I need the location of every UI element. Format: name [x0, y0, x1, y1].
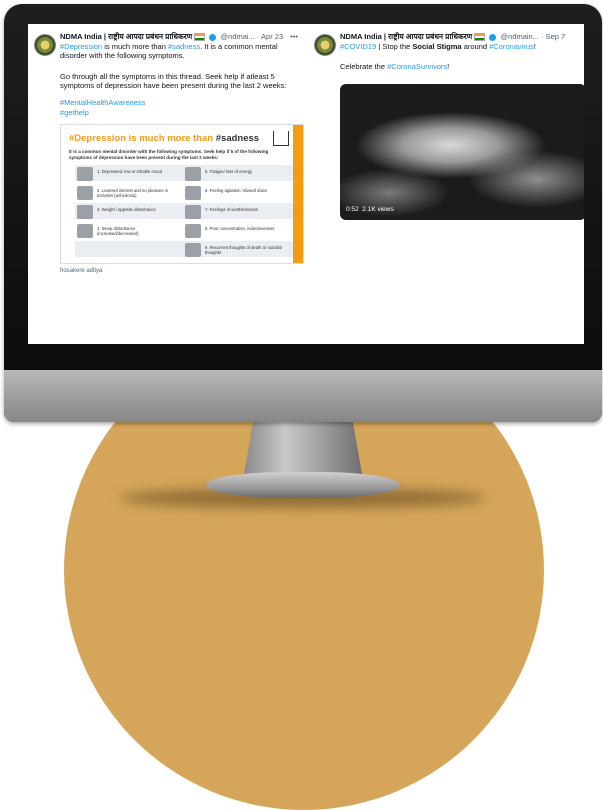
symptom-item: 1. Depressed, low or irritable mood — [77, 165, 177, 183]
monitor-stand-neck — [244, 420, 362, 474]
symptom-illustration-icon — [185, 224, 201, 238]
monitor-stand-base — [206, 472, 400, 498]
monitor-chin — [4, 370, 602, 422]
symptom-label: 8. Poor concentration, indecisiveness — [205, 226, 275, 231]
hashtag-link[interactable]: #gethelp — [60, 108, 300, 117]
tweet-text-part: Celebrate the — [340, 62, 388, 71]
avatar[interactable] — [314, 34, 336, 56]
india-flag-icon — [474, 33, 486, 42]
infographic-title-hashtag: #Depression is much more than — [69, 133, 214, 144]
home-icon — [273, 131, 289, 146]
video-player[interactable]: 0:52 2.1K views — [340, 84, 584, 220]
tweet-text: #COVID19 | Stop the Social Stigma around… — [340, 42, 580, 51]
symptom-label: 3. Weight / appetite disturbance — [97, 207, 156, 212]
tweet-text: Celebrate the #CoronaSurvivors! — [340, 62, 580, 71]
monitor-screen: NDMA India | राष्ट्रीय आपदा प्रबंधन प्रा… — [28, 24, 584, 344]
tweet-text-part: is much more than — [102, 42, 168, 51]
tweet-bold-text: Social Stigma — [412, 42, 462, 51]
symptom-item: 5. Fatigue/ loss of energy — [185, 165, 285, 183]
symptom-item: 6. Feeling agitated / slowed down — [185, 184, 285, 202]
symptom-illustration-icon — [77, 224, 93, 238]
tweet-text-paragraph: Go through all the symptoms in this thre… — [60, 72, 287, 91]
tweet-depression[interactable]: NDMA India | राष्ट्रीय आपदा प्रबंधन प्रा… — [34, 32, 304, 282]
symptom-illustration-icon — [185, 243, 201, 257]
symptom-illustration-icon — [77, 167, 93, 181]
video-views: 2.1K views — [362, 205, 394, 213]
tweet-header: NDMA India | राष्ट्रीय आपदा प्रबंधन प्रा… — [60, 32, 304, 42]
tweet-date[interactable]: · Apr 23 — [257, 32, 283, 41]
hashtag-link[interactable]: #Coronavirus — [489, 42, 534, 51]
verified-badge-icon — [209, 33, 217, 41]
tweet-text-part: | Stop the — [376, 42, 413, 51]
avatar[interactable] — [34, 34, 56, 56]
symptom-item: 2. Lowered interest and no pleasure in a… — [77, 184, 177, 202]
author-handle[interactable]: @ndmai... — [220, 32, 254, 41]
verified-badge-icon — [489, 33, 497, 41]
tweet-text-part: around — [461, 42, 490, 51]
symptom-label: 1. Depressed, low or irritable mood — [97, 169, 162, 174]
symptom-label: 2. Lowered interest and no pleasure in a… — [97, 188, 169, 199]
tweet-text-part: ! — [533, 42, 536, 51]
symptom-label: 9. Recurrent thoughts of death or suicid… — [205, 245, 282, 256]
infographic-image[interactable]: #Depression is much more than #sadness I… — [60, 124, 304, 264]
symptom-label: 5. Fatigue/ loss of energy — [205, 169, 253, 174]
tweet-header: NDMA India | राष्ट्रीय आपदा प्रबंधन प्रा… — [340, 32, 584, 42]
symptom-illustration-icon — [185, 167, 201, 181]
symptom-illustration-icon — [185, 205, 201, 219]
symptom-item: 8. Poor concentration, indecisiveness — [185, 222, 285, 240]
hashtag-link[interactable]: #MentalHealthAwareness — [60, 98, 300, 107]
symptom-label: 6. Feeling agitated / slowed down — [205, 188, 268, 193]
infographic-title: #Depression is much more than #sadness — [69, 133, 259, 145]
symptom-illustration-icon — [77, 205, 93, 219]
author-name[interactable]: NDMA India | राष्ट्रीय आपदा प्रबंधन प्रा… — [60, 32, 192, 41]
video-duration: 0:52 — [346, 205, 359, 213]
hashtag-link[interactable]: #COVID19 — [340, 42, 376, 51]
infographic-title-rest: #sadness — [213, 133, 260, 144]
tweet-text: #Depression is much more than #sadness. … — [60, 42, 300, 61]
tweet-date[interactable]: · Sep 7 — [541, 32, 565, 41]
hashtag-link[interactable]: #Depression — [60, 42, 102, 51]
symptom-label: 4. Sleep disturbance (increased/decrease… — [97, 226, 139, 237]
india-flag-icon — [194, 33, 206, 42]
symptom-item: 4. Sleep disturbance (increased/decrease… — [77, 222, 177, 240]
symptom-item: 7. Feelings of worthlessness — [185, 203, 285, 221]
symptom-illustration-icon — [185, 186, 201, 200]
symptom-label: 7. Feelings of worthlessness — [205, 207, 258, 212]
hashtag-link[interactable]: #sadness — [168, 42, 200, 51]
tweet-text-part: ! — [447, 62, 450, 71]
symptom-item: 3. Weight / appetite disturbance — [77, 203, 177, 221]
symptom-illustration-icon — [77, 186, 93, 200]
author-name[interactable]: NDMA India | राष्ट्रीय आपदा प्रबंधन प्रा… — [340, 32, 472, 41]
video-meta: 0:52 2.1K views — [346, 206, 394, 214]
infographic-subtitle: It is a common mental disorder with the … — [69, 149, 269, 160]
tweet-covid-stigma[interactable]: NDMA India | राष्ट्रीय आपदा प्रबंधन प्रा… — [314, 32, 584, 232]
author-handle[interactable]: @ndmain... — [500, 32, 538, 41]
symptom-item: 9. Recurrent thoughts of death or suicid… — [185, 241, 285, 259]
infographic-sidebar — [293, 125, 303, 263]
more-options-icon[interactable]: ••• — [290, 32, 298, 41]
hashtag-link[interactable]: #CoronaSurvivors — [387, 62, 447, 71]
image-caption: hosakere aditya — [60, 268, 103, 274]
